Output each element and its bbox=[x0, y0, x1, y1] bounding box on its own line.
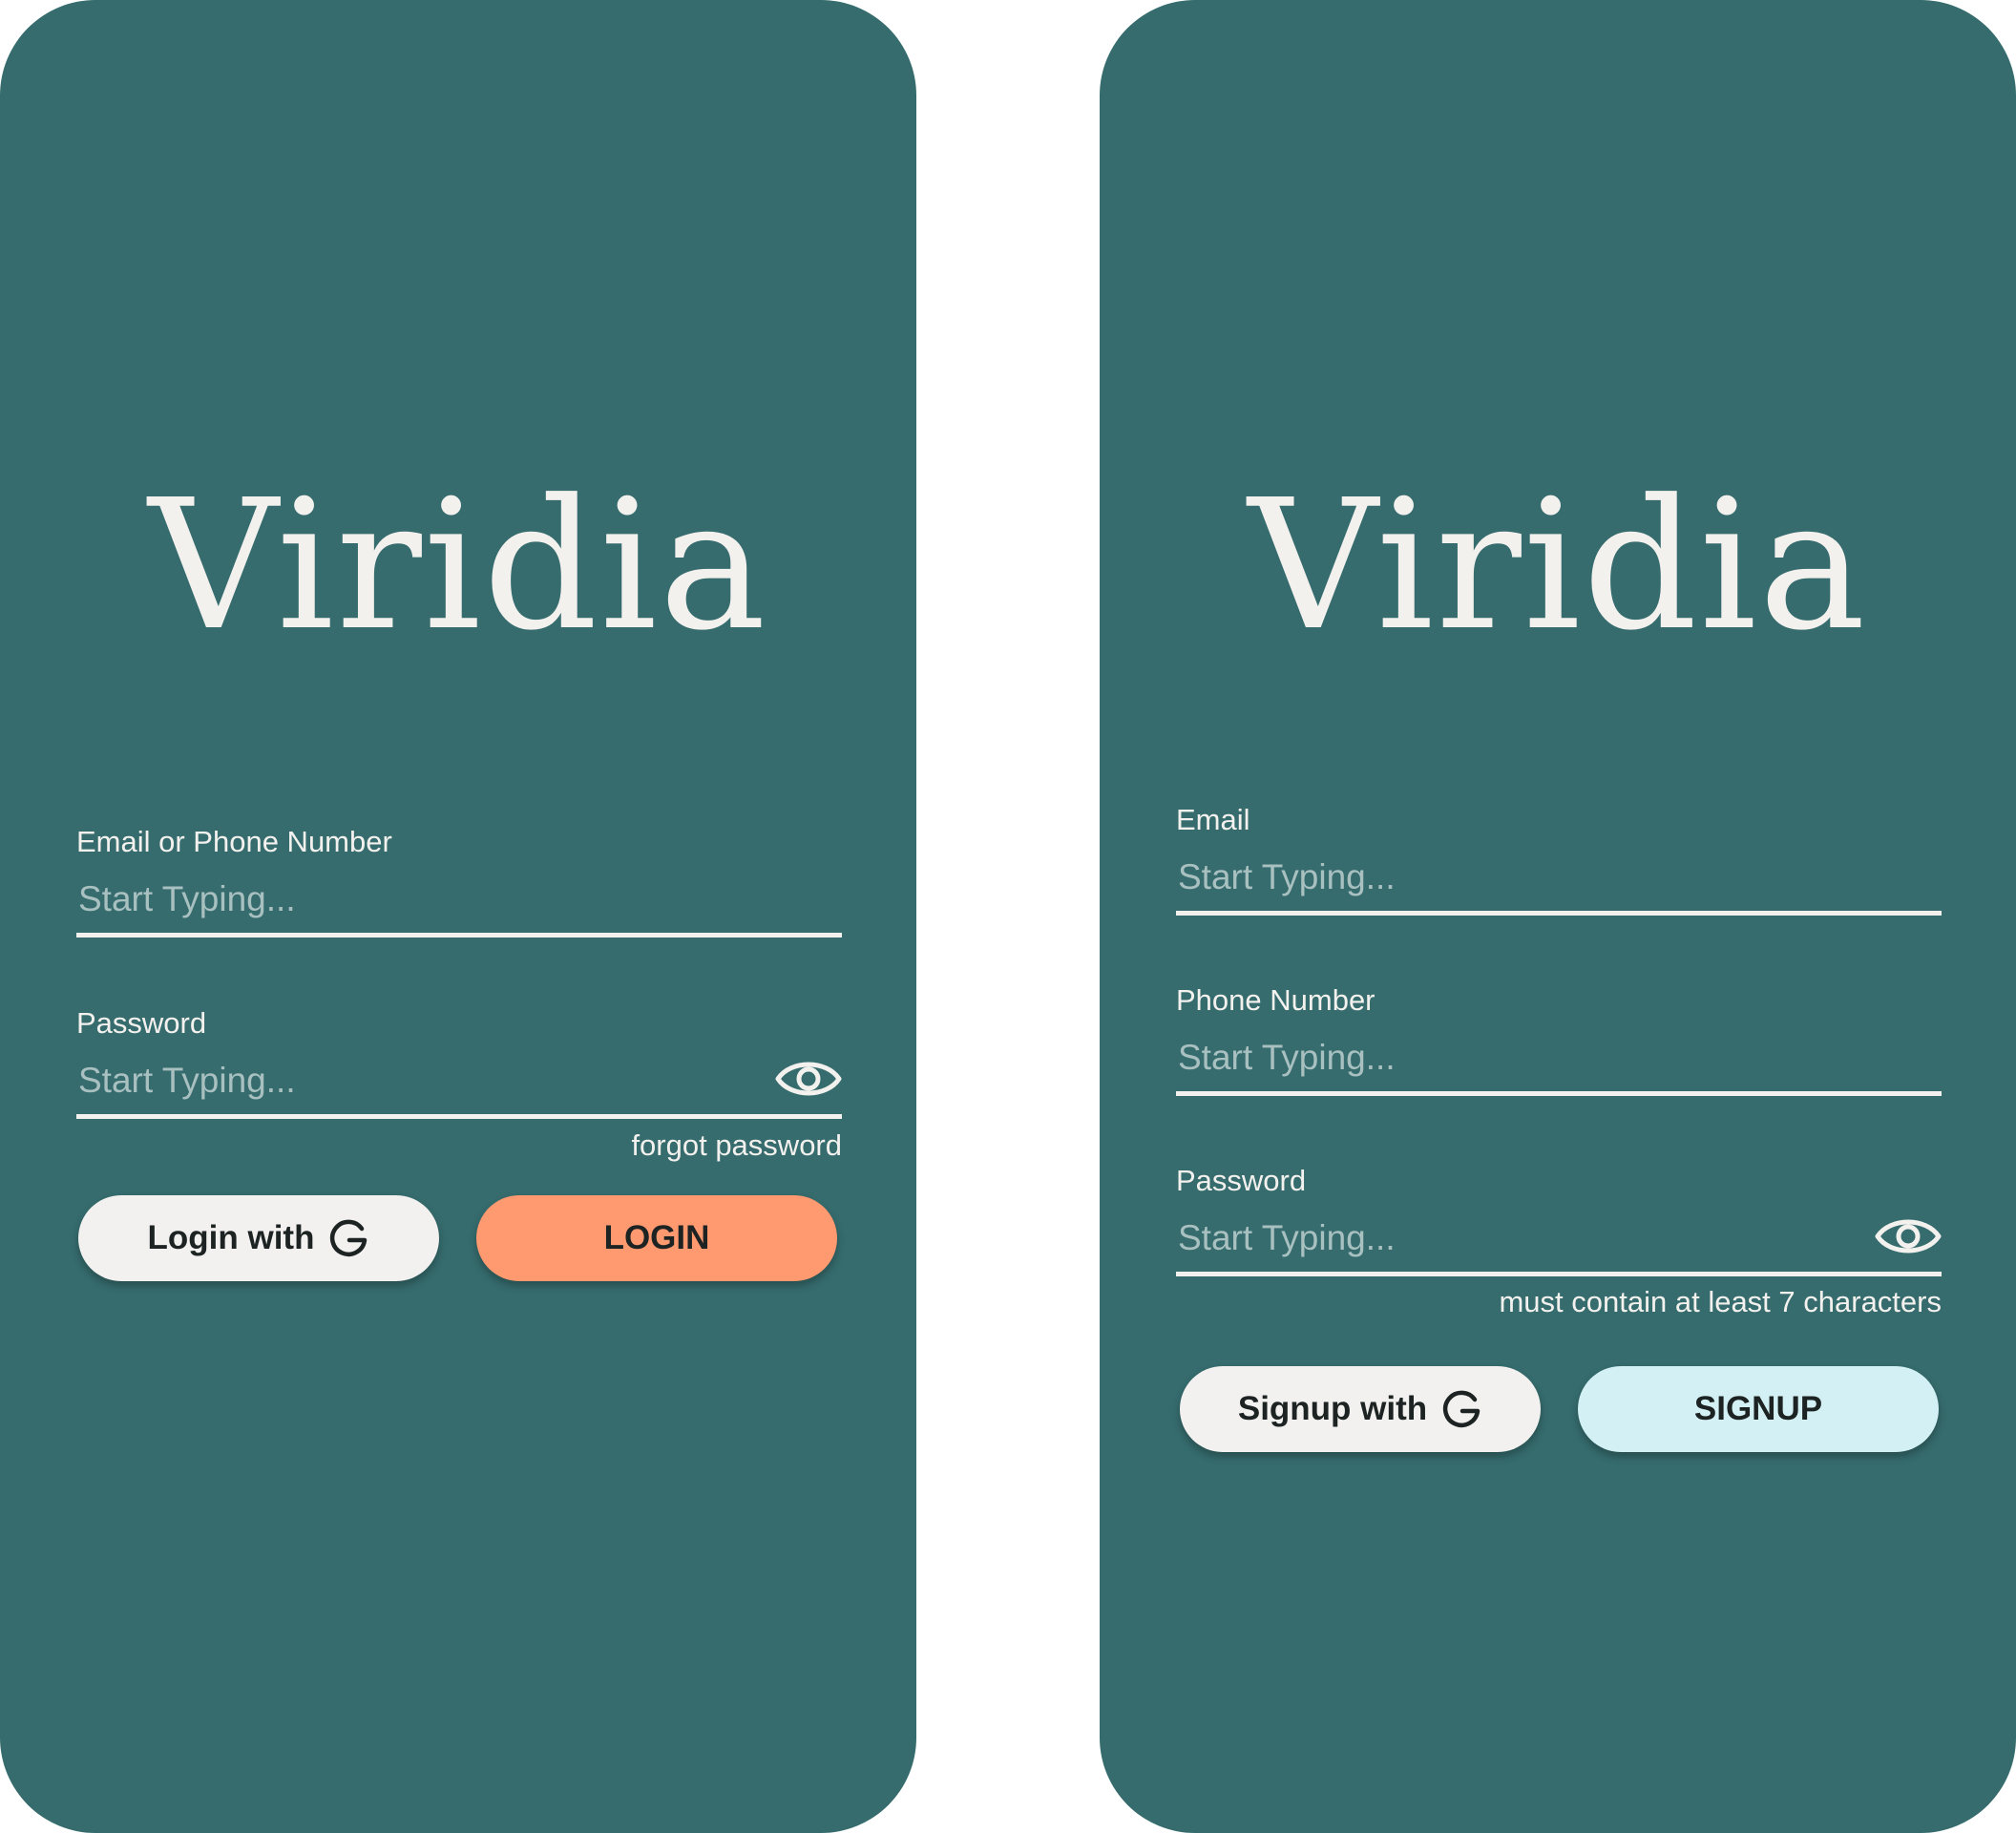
login-screen: Viridia Email or Phone Number Start Typi… bbox=[0, 0, 916, 1833]
eye-icon[interactable] bbox=[775, 1056, 842, 1102]
password-input[interactable]: Start Typing... bbox=[76, 1052, 842, 1119]
password-field: Password Start Typing... bbox=[76, 1004, 842, 1119]
phone-number-field: Phone Number Start Typing... bbox=[1176, 981, 1942, 1096]
google-g-icon bbox=[330, 1219, 368, 1257]
phone-number-placeholder: Start Typing... bbox=[1178, 1038, 1396, 1077]
google-g-icon bbox=[1443, 1390, 1480, 1428]
signup-with-google-button[interactable]: Signup with bbox=[1180, 1366, 1541, 1452]
password-requirement-hint: must contain at least 7 characters bbox=[1499, 1285, 1942, 1318]
eye-icon[interactable] bbox=[1875, 1213, 1942, 1259]
password-label: Password bbox=[76, 1006, 207, 1040]
forgot-password-link[interactable]: forgot password bbox=[631, 1127, 842, 1165]
password-label: Password bbox=[1176, 1164, 1307, 1197]
password-placeholder: Start Typing... bbox=[1178, 1218, 1396, 1257]
password-field: Password Start Typing... bbox=[1176, 1162, 1942, 1276]
email-input[interactable]: Start Typing... bbox=[1176, 849, 1942, 916]
password-input[interactable]: Start Typing... bbox=[1176, 1210, 1942, 1276]
email-placeholder: Start Typing... bbox=[1178, 857, 1396, 896]
email-or-phone-input[interactable]: Start Typing... bbox=[76, 871, 842, 938]
password-placeholder: Start Typing... bbox=[78, 1061, 296, 1100]
brand-logo: Viridia bbox=[1248, 461, 1868, 670]
login-button[interactable]: LOGIN bbox=[476, 1195, 837, 1281]
email-label: Email bbox=[1176, 803, 1250, 836]
signup-screen: Viridia Email Start Typing... Phone Numb… bbox=[1100, 0, 2016, 1833]
signup-button[interactable]: SIGNUP bbox=[1578, 1366, 1939, 1452]
email-or-phone-field: Email or Phone Number Start Typing... bbox=[76, 823, 842, 938]
login-with-google-label: Login with bbox=[147, 1219, 315, 1256]
screens-canvas: Viridia Email or Phone Number Start Typi… bbox=[0, 0, 2016, 1833]
email-or-phone-placeholder: Start Typing... bbox=[78, 879, 296, 918]
phone-number-input[interactable]: Start Typing... bbox=[1176, 1029, 1942, 1096]
email-field: Email Start Typing... bbox=[1176, 801, 1942, 916]
email-or-phone-label: Email or Phone Number bbox=[76, 825, 392, 858]
phone-number-label: Phone Number bbox=[1176, 983, 1376, 1017]
brand-logo: Viridia bbox=[148, 461, 768, 670]
signup-with-google-label: Signup with bbox=[1237, 1390, 1428, 1427]
login-with-google-button[interactable]: Login with bbox=[78, 1195, 439, 1281]
